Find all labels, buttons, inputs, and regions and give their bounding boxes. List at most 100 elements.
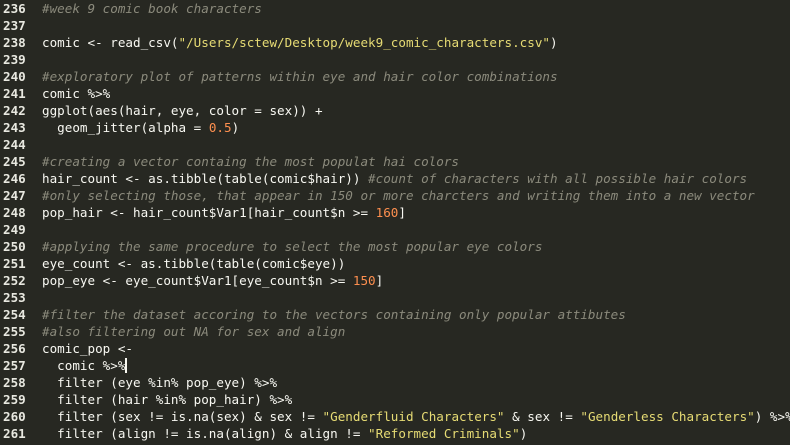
code-line[interactable]: 252 pop_eye <- eye_count$Var1[eye_count$n… [0, 272, 790, 289]
code-line[interactable]: 250 #applying the same procedure to selec… [0, 238, 790, 255]
code-line[interactable]: 260 filter (sex != is.na(sex) & sex != "… [0, 408, 790, 425]
code-line[interactable]: 258 filter (eye %in% pop_eye) %>% [0, 374, 790, 391]
code-token: filter (align != is.na(align) & align != [42, 426, 369, 441]
code-string: "Reformed Criminals" [368, 426, 520, 441]
line-number: 254 [3, 307, 26, 322]
code-text[interactable]: #week 9 comic book characters [42, 0, 262, 17]
line-number: 258 [3, 375, 26, 390]
code-comment: #count of characters with all possible h… [368, 171, 748, 186]
line-number: 259 [3, 392, 26, 407]
code-text[interactable]: comic <- read_csv("/Users/sctew/Desktop/… [42, 34, 558, 51]
code-string: "/Users/sctew/Desktop/week9_comic_charac… [178, 35, 551, 50]
line-number: 249 [3, 222, 26, 237]
code-text[interactable]: eye_count <- as.tibble(table(comic$eye)) [42, 255, 345, 272]
code-text[interactable]: #exploratory plot of patterns within eye… [42, 68, 558, 85]
code-line[interactable]: 238 comic <- read_csv("/Users/sctew/Deskt… [0, 34, 790, 51]
code-text[interactable]: ggplot(aes(hair, eye, color = sex)) + [42, 102, 323, 119]
code-token: pop_hair <- hair_count$Var1[hair_count$n… [42, 205, 376, 220]
code-comment: #filter the dataset accoring to the vect… [42, 307, 626, 322]
code-text[interactable]: #only selecting those, that appear in 15… [42, 187, 755, 204]
code-token: eye_count <- as.tibble(table(comic$eye)) [42, 256, 346, 271]
code-text[interactable]: hair_count <- as.tibble(table(comic$hair… [42, 170, 747, 187]
code-token: & sex != [504, 409, 581, 424]
code-number: 0.5 [208, 120, 232, 135]
line-number: 243 [3, 120, 26, 135]
code-token: ] [398, 205, 406, 220]
code-line[interactable]: 257 comic %>% [0, 357, 790, 374]
line-number: 238 [3, 35, 26, 50]
code-text[interactable]: comic %>% [42, 357, 125, 374]
code-token: ) [519, 426, 528, 441]
code-comment: #applying the same procedure to select t… [42, 239, 543, 254]
code-line[interactable]: 248 pop_hair <- hair_count$Var1[hair_coun… [0, 204, 790, 221]
code-token: ) [231, 120, 240, 135]
code-number: 160 [375, 205, 399, 220]
code-line[interactable]: 239 [0, 51, 790, 68]
code-line[interactable]: 241 comic %>% [0, 85, 790, 102]
code-text[interactable]: filter (sex != is.na(sex) & sex != "Gend… [42, 408, 790, 425]
code-text[interactable]: geom_jitter(alpha = 0.5) [42, 119, 239, 136]
code-token: hair_count <- as.tibble(table(comic$hair… [42, 171, 369, 186]
code-line[interactable]: 249 [0, 221, 790, 238]
code-line[interactable]: 242 ggplot(aes(hair, eye, color = sex)) + [0, 102, 790, 119]
code-line[interactable]: 251 eye_count <- as.tibble(table(comic$ey… [0, 255, 790, 272]
line-number: 241 [3, 86, 26, 101]
code-text[interactable]: #also filtering out NA for sex and align [42, 323, 345, 340]
code-line[interactable]: 244 [0, 136, 790, 153]
line-number: 255 [3, 324, 26, 339]
code-line[interactable]: 256 comic_pop <- [0, 340, 790, 357]
code-comment: #only selecting those, that appear in 15… [42, 188, 755, 203]
code-token: comic %>% [42, 358, 126, 373]
code-token: filter (hair %in% pop_hair) %>% [42, 392, 293, 407]
line-number: 251 [3, 256, 26, 271]
code-token: ggplot(aes(hair, eye, color = sex)) + [42, 103, 323, 118]
line-number: 246 [3, 171, 26, 186]
code-line[interactable]: 259 filter (hair %in% pop_hair) %>% [0, 391, 790, 408]
code-text[interactable]: filter (hair %in% pop_hair) %>% [42, 391, 292, 408]
code-line[interactable]: 254 #filter the dataset accoring to the v… [0, 306, 790, 323]
code-line[interactable]: 261 filter (align != is.na(align) & alig… [0, 425, 790, 442]
line-number: 240 [3, 69, 26, 84]
code-line[interactable]: 243 geom_jitter(alpha = 0.5) [0, 119, 790, 136]
code-text[interactable]: comic_pop <- [42, 340, 133, 357]
code-token: pop_eye <- eye_count$Var1[eye_count$n >= [42, 273, 353, 288]
code-line[interactable]: 253 [0, 289, 790, 306]
line-number: 250 [3, 239, 26, 254]
code-token: comic <- read_csv( [42, 35, 179, 50]
code-token: comic %>% [42, 86, 111, 101]
code-text[interactable]: filter (eye %in% pop_eye) %>% [42, 374, 277, 391]
line-number: 245 [3, 154, 26, 169]
code-text[interactable]: comic %>% [42, 85, 110, 102]
code-comment: #week 9 comic book characters [42, 1, 262, 16]
code-line[interactable]: 240 #exploratory plot of patterns within … [0, 68, 790, 85]
line-number: 242 [3, 103, 26, 118]
code-token: comic_pop <- [42, 341, 133, 356]
code-line[interactable]: 246 hair_count <- as.tibble(table(comic$h… [0, 170, 790, 187]
line-number: 237 [3, 18, 26, 33]
code-editor[interactable]: 236 #week 9 comic book characters 237 238 co… [0, 0, 790, 445]
code-token: filter (sex != is.na(sex) & sex != [42, 409, 323, 424]
code-text[interactable]: pop_eye <- eye_count$Var1[eye_count$n >=… [42, 272, 383, 289]
code-comment: #also filtering out NA for sex and align [42, 324, 346, 339]
code-text[interactable]: #creating a vector containg the most pop… [42, 153, 459, 170]
code-line[interactable]: 247 #only selecting those, that appear in… [0, 187, 790, 204]
code-line[interactable]: 236 #week 9 comic book characters [0, 0, 790, 17]
line-number: 239 [3, 52, 26, 67]
code-text[interactable]: #applying the same procedure to select t… [42, 238, 542, 255]
line-number: 247 [3, 188, 26, 203]
code-token: ) %>% [754, 409, 790, 424]
line-number: 244 [3, 137, 26, 152]
code-line[interactable]: 255 #also filtering out NA for sex and al… [0, 323, 790, 340]
code-comment: #creating a vector containg the most pop… [42, 154, 460, 169]
code-string: "Genderless Characters" [580, 409, 755, 424]
line-number: 253 [3, 290, 26, 305]
line-number: 236 [3, 1, 26, 16]
code-line[interactable]: 245 #creating a vector containg the most … [0, 153, 790, 170]
code-string: "Genderfluid Characters" [322, 409, 505, 424]
code-text[interactable]: #filter the dataset accoring to the vect… [42, 306, 626, 323]
code-token: ) [550, 35, 558, 50]
code-line[interactable]: 237 [0, 17, 790, 34]
line-number: 257 [3, 358, 26, 373]
code-text[interactable]: pop_hair <- hair_count$Var1[hair_count$n… [42, 204, 406, 221]
code-text[interactable]: filter (align != is.na(align) & align !=… [42, 425, 527, 442]
